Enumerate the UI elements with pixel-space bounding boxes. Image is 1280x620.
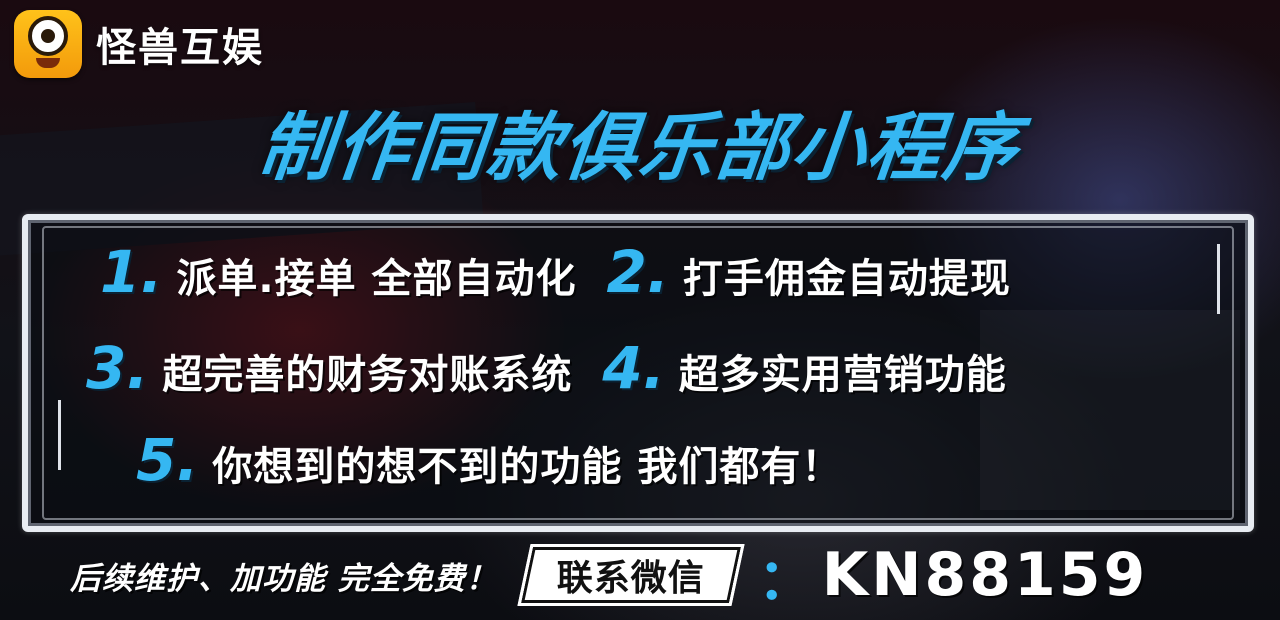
wechat-id: KN88159 <box>821 540 1149 610</box>
feature-number: 4. <box>602 334 665 402</box>
headline: 制作同款俱乐部小程序 <box>254 105 1024 191</box>
feature-text: 你想到的想不到的功能 我们都有！ <box>212 444 843 490</box>
feature-number: 3. <box>86 334 149 402</box>
free-maintenance-note: 后续维护、加功能 完全免费！ <box>70 560 498 597</box>
contact-wechat-label: 联系微信 <box>556 558 705 599</box>
feature-number: 2. <box>606 238 669 306</box>
brand-logo: 怪兽互娱 <box>14 10 264 78</box>
colon: ： <box>757 547 814 613</box>
monster-eye-logo-icon <box>14 10 82 78</box>
feature-number: 1. <box>100 238 163 306</box>
brand-name: 怪兽互娱 <box>96 25 264 71</box>
feature-text: 超多实用营销功能 <box>678 352 1007 398</box>
feature-row-1: 1. 派单.接单 全部自动化 2. 打手佣金自动提现 <box>28 238 1280 306</box>
feature-text: 派单.接单 全部自动化 <box>176 256 577 302</box>
feature-row-2: 3. 超完善的财务对账系统 4. 超多实用营销功能 <box>28 334 1280 402</box>
feature-text: 打手佣金自动提现 <box>682 256 1011 302</box>
contact-wechat-button[interactable]: 联系微信 <box>517 544 745 606</box>
feature-text: 超完善的财务对账系统 <box>162 352 573 398</box>
footer: 后续维护、加功能 完全免费！ 联系微信 ： KN88159 <box>70 540 1149 613</box>
feature-number: 5. <box>136 426 199 494</box>
feature-row-3: 5. 你想到的想不到的功能 我们都有！ <box>28 426 1280 494</box>
feature-panel: 1. 派单.接单 全部自动化 2. 打手佣金自动提现 3. 超完善的财务对账系统… <box>22 214 1254 532</box>
